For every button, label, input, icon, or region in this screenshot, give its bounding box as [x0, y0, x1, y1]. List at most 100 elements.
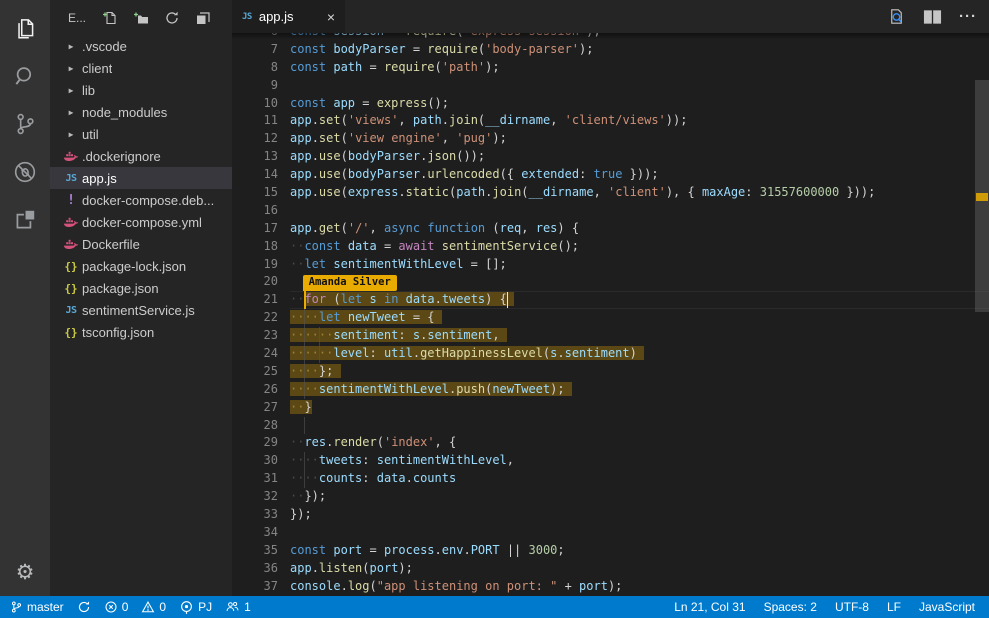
language-mode-status[interactable]: JavaScript: [919, 600, 975, 614]
code-line-12[interactable]: 12app.set('view engine', 'pug');: [232, 130, 989, 148]
tree-item-label: app.js: [82, 171, 117, 186]
line-number: 35: [232, 542, 278, 560]
tree-item-tsconfig.json[interactable]: {}tsconfig.json: [50, 321, 232, 343]
code-line-15[interactable]: 15app.use(express.static(path.join(__dir…: [232, 184, 989, 202]
cursor-position-status[interactable]: Ln 21, Col 31: [674, 600, 745, 614]
activity-extensions-button[interactable]: [0, 198, 50, 246]
warnings-status[interactable]: 0: [141, 600, 166, 614]
tab-app-js[interactable]: JS app.js ×: [232, 0, 345, 33]
code-line-32[interactable]: 32··});: [232, 488, 989, 506]
overview-ruler-selection-marker: [976, 193, 988, 201]
line-number: 28: [232, 417, 278, 435]
tree-item-lib[interactable]: ▶lib: [50, 79, 232, 101]
tree-item-client[interactable]: ▶client: [50, 57, 232, 79]
code-line-25[interactable]: 25····};: [232, 363, 989, 381]
line-number: 33: [232, 506, 278, 524]
activity-source-control-button[interactable]: [0, 102, 50, 150]
code-line-17[interactable]: 17app.get('/', async function (req, res)…: [232, 220, 989, 238]
code-line-18[interactable]: 18··const data = await sentimentService(…: [232, 238, 989, 256]
tree-item-sentimentService.js[interactable]: JSsentimentService.js: [50, 299, 232, 321]
code-line-34[interactable]: 34: [232, 524, 989, 542]
code-line-36[interactable]: 36app.listen(port);: [232, 560, 989, 578]
tab-bar: JS app.js × ···: [232, 0, 989, 33]
code-line-31[interactable]: 31····counts: data.counts: [232, 470, 989, 488]
code-line-33[interactable]: 33});: [232, 506, 989, 524]
code-line-11[interactable]: 11app.set('views', path.join(__dirname, …: [232, 112, 989, 130]
git-branch-status[interactable]: master: [10, 600, 64, 614]
code-content: const port = process.env.PORT || 3000;: [290, 542, 989, 560]
code-line-21[interactable]: 21Amanda Silver··for (let s in data.twee…: [232, 291, 989, 309]
code-line-16[interactable]: 16: [232, 202, 989, 220]
new-file-button[interactable]: [102, 10, 118, 26]
code-line-7[interactable]: 7const bodyParser = require('body-parser…: [232, 41, 989, 59]
line-number: 11: [232, 112, 278, 130]
code-line-22[interactable]: 22····let newTweet = {: [232, 309, 989, 327]
line-number: 25: [232, 363, 278, 381]
line-number: 37: [232, 578, 278, 596]
refresh-button[interactable]: [164, 10, 180, 26]
line-number: 16: [232, 202, 278, 220]
code-line-29[interactable]: 29··res.render('index', {: [232, 434, 989, 452]
more-actions-icon[interactable]: ···: [959, 8, 977, 25]
vertical-scrollbar[interactable]: [975, 33, 989, 596]
activity-explorer-button[interactable]: [0, 6, 50, 54]
code-content: ····counts: data.counts: [290, 470, 989, 488]
tree-item-util[interactable]: ▶util: [50, 123, 232, 145]
code-line-19[interactable]: 19··let sentimentWithLevel = [];: [232, 256, 989, 274]
split-editor-icon[interactable]: [923, 9, 942, 25]
tab-label: app.js: [259, 9, 294, 24]
settings-gear-button[interactable]: ⚙: [0, 548, 50, 596]
code-line-8[interactable]: 8const path = require('path');: [232, 59, 989, 77]
activity-debug-button[interactable]: [0, 150, 50, 198]
indent-guide: [304, 327, 305, 345]
encoding-status[interactable]: UTF-8: [835, 600, 869, 614]
errors-status[interactable]: 0: [104, 600, 129, 614]
code-line-24[interactable]: 24······level: util.getHappinessLevel(s.…: [232, 345, 989, 363]
code-line-30[interactable]: 30····tweets: sentimentWithLevel,: [232, 452, 989, 470]
json-file-icon: {}: [60, 260, 82, 273]
code-line-35[interactable]: 35 const port = process.env.PORT || 3000;: [232, 542, 989, 560]
new-folder-button[interactable]: [133, 10, 149, 26]
tree-item-node-modules[interactable]: ▶node_modules: [50, 101, 232, 123]
code-line-10[interactable]: 10const app = express();: [232, 95, 989, 113]
code-content: ····sentimentWithLevel.push(newTweet);: [290, 381, 989, 399]
close-tab-icon[interactable]: ×: [327, 10, 335, 24]
code-line-14[interactable]: 14app.use(bodyParser.urlencoded({ extend…: [232, 166, 989, 184]
code-line-37[interactable]: 37console.log("app listening on port: " …: [232, 578, 989, 596]
code-content: [290, 77, 989, 95]
file-search-icon[interactable]: [887, 7, 906, 26]
explorer-title: E...: [68, 11, 86, 25]
collapse-all-button[interactable]: [195, 10, 211, 26]
code-content: ····tweets: sentimentWithLevel,: [290, 452, 989, 470]
tree-item-docker-compose.deb...[interactable]: !docker-compose.deb...: [50, 189, 232, 211]
docker-whale-icon: [60, 216, 82, 229]
tree-item-.dockerignore[interactable]: .dockerignore: [50, 145, 232, 167]
docker-whale-icon: [60, 150, 82, 163]
live-share-status[interactable]: PJ: [179, 600, 212, 615]
code-line-9[interactable]: 9: [232, 77, 989, 95]
tree-item-package-lock.json[interactable]: {}package-lock.json: [50, 255, 232, 277]
code-line-6[interactable]: 6const session = require('express-sessio…: [232, 33, 989, 41]
tree-item-Dockerfile[interactable]: Dockerfile: [50, 233, 232, 255]
tree-item-.vscode[interactable]: ▶.vscode: [50, 35, 232, 57]
tree-item-docker-compose.yml[interactable]: docker-compose.yml: [50, 211, 232, 233]
code-line-13[interactable]: 13app.use(bodyParser.json());: [232, 148, 989, 166]
eol-status[interactable]: LF: [887, 600, 901, 614]
participants-status[interactable]: 1: [225, 600, 251, 614]
status-bar-right: Ln 21, Col 31 Spaces: 2 UTF-8 LF JavaScr…: [674, 600, 979, 614]
code-line-26[interactable]: 26 ····sentimentWithLevel.push(newTweet);: [232, 381, 989, 399]
code-line-27[interactable]: 27··}: [232, 399, 989, 417]
code-editor[interactable]: 6const session = require('express-sessio…: [232, 33, 989, 596]
line-number: 20: [232, 273, 278, 291]
sync-status[interactable]: [77, 600, 91, 614]
tree-item-app.js[interactable]: JSapp.js: [50, 167, 232, 189]
activity-search-button[interactable]: [0, 54, 50, 102]
participants-icon: [225, 600, 240, 614]
tree-item-package.json[interactable]: {}package.json: [50, 277, 232, 299]
status-bar: master 0 0 PJ: [0, 596, 989, 618]
indent-guide: [304, 381, 305, 399]
code-line-28[interactable]: 28: [232, 417, 989, 435]
line-number: 26: [232, 381, 278, 399]
indentation-status[interactable]: Spaces: 2: [764, 600, 817, 614]
code-line-23[interactable]: 23······sentiment: s.sentiment,: [232, 327, 989, 345]
